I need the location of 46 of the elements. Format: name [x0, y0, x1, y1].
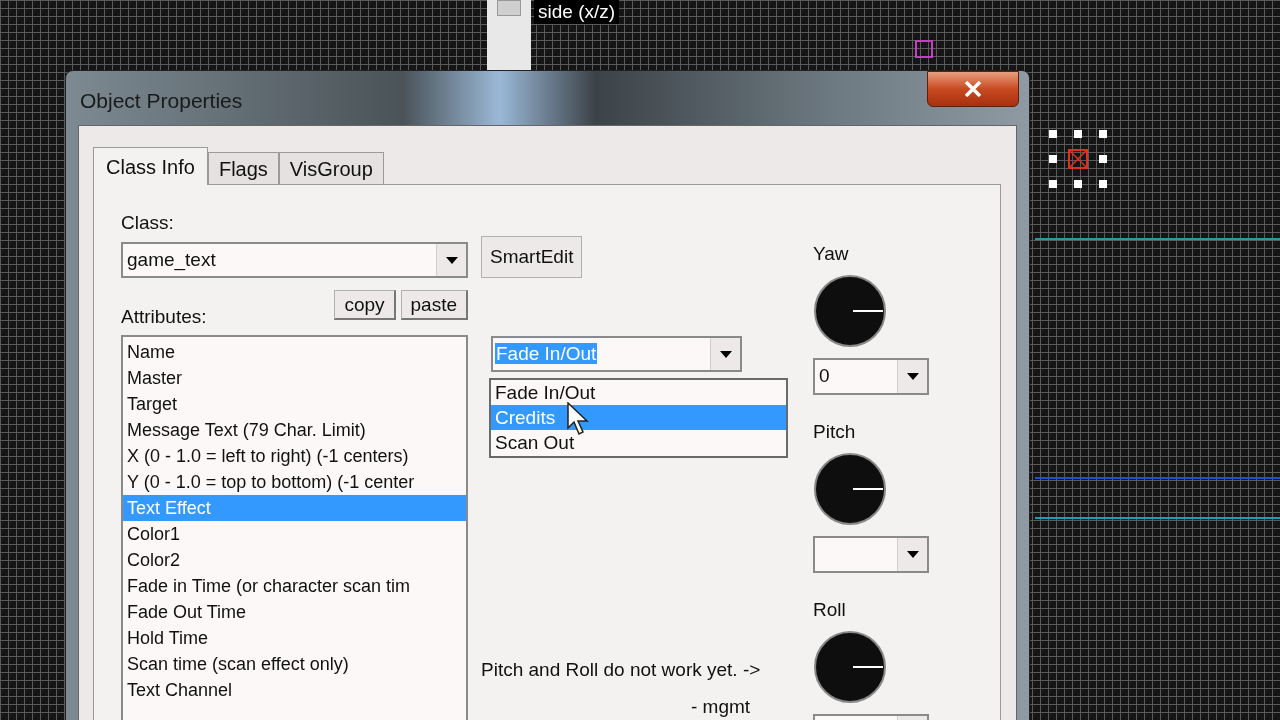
tab[interactable]: VisGroup: [278, 152, 384, 184]
attribute-item[interactable]: Message Text (79 Char. Limit): [123, 417, 466, 443]
note-text: Pitch and Roll do not work yet. ->: [481, 658, 762, 682]
smart-edit-button[interactable]: SmartEdit: [481, 236, 583, 278]
tab[interactable]: Class Info: [93, 147, 208, 185]
class-dropdown[interactable]: game_text: [121, 242, 468, 278]
caret-icon: [906, 373, 919, 380]
attribute-item[interactable]: Name: [123, 339, 466, 365]
attribute-item[interactable]: Scan time (scan effect only): [123, 651, 466, 677]
caret-icon: [906, 551, 919, 558]
attribute-item[interactable]: Y (0 - 1.0 = top to bottom) (-1 center: [123, 469, 466, 495]
dropdown-option[interactable]: Fade In/Out: [491, 380, 786, 405]
close-icon: [964, 81, 982, 97]
attribute-item[interactable]: Text Channel: [123, 677, 466, 703]
attribute-item[interactable]: Master: [123, 365, 466, 391]
attribute-item[interactable]: Fade in Time (or character scan tim: [123, 573, 466, 599]
dropdown-option[interactable]: Scan Out: [491, 430, 786, 455]
angle-label: Yaw: [813, 242, 850, 266]
caret-icon: [719, 350, 732, 358]
attribute-item[interactable]: Hold Time: [123, 625, 466, 651]
dropdown-value: Fade In/Out: [495, 342, 598, 364]
attribute-item[interactable]: Color1: [123, 521, 466, 547]
viewport-label: side (x/z): [534, 0, 620, 24]
selection-handles-drawing: [1049, 130, 1107, 188]
angle-label: Roll: [813, 598, 847, 622]
dial-knob[interactable]: [813, 452, 887, 526]
attribute-button[interactable]: paste: [400, 290, 468, 320]
dial-knob[interactable]: [813, 274, 887, 348]
attributes-label: Attributes:: [121, 306, 208, 328]
class-label: Class:: [121, 212, 175, 234]
window-title: Object Properties: [80, 88, 243, 114]
signature-text: - mgmt: [691, 696, 752, 718]
angle-dropdown[interactable]: [813, 536, 929, 573]
attribute-item[interactable]: Fade Out Time: [123, 599, 466, 625]
angle-dropdown[interactable]: 0: [813, 358, 929, 395]
attribute-button[interactable]: copy: [334, 290, 396, 320]
close-button[interactable]: [927, 71, 1019, 107]
object-marker: [915, 40, 933, 58]
dial-knob[interactable]: [813, 630, 887, 704]
caret-icon: [445, 256, 458, 264]
attribute-item[interactable]: Color2: [123, 547, 466, 573]
attribute-item[interactable]: X (0 - 1.0 = left to right) (-1 centers): [123, 443, 466, 469]
mouse-cursor-icon: [567, 402, 589, 436]
angle-label: Pitch: [813, 420, 857, 444]
attribute-item[interactable]: Target: [123, 391, 466, 417]
tab[interactable]: Flags: [207, 152, 279, 184]
